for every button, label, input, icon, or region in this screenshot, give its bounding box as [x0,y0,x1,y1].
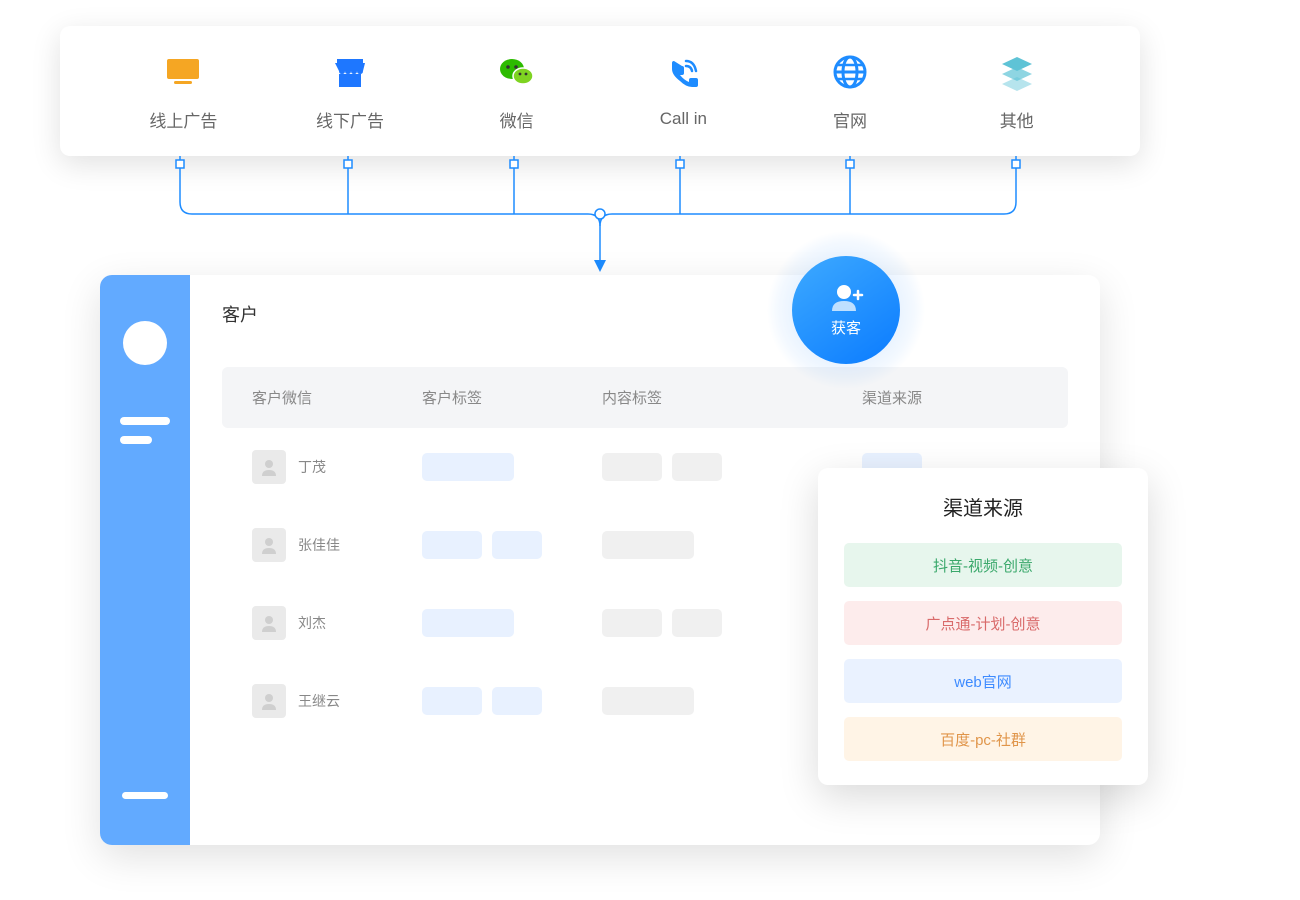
acquire-badge[interactable]: 获客 [766,230,926,390]
tag-pill [602,531,694,559]
sidebar-avatar[interactable] [123,321,167,365]
channel-layers[interactable]: 其他 [933,51,1100,132]
phone-icon [662,53,704,95]
customer-name: 丁茂 [298,457,326,477]
tag-pill [422,609,514,637]
channel-monitor[interactable]: 线上广告 [100,51,267,132]
channel-source-item[interactable]: 广点通-计划-创意 [844,601,1122,645]
channel-label: 线上广告 [149,107,217,132]
channel-wechat[interactable]: 微信 [433,51,600,132]
globe-icon [829,51,871,93]
col-wechat: 客户微信 [252,387,382,408]
wechat-icon [496,51,538,93]
layers-icon [996,51,1038,93]
customer-name: 王继云 [298,691,340,711]
table-header: 客户微信 客户标签 内容标签 渠道来源 [222,367,1068,428]
tag-pill [422,453,514,481]
user-avatar-icon [252,684,286,718]
channel-label: 官网 [833,107,867,132]
user-avatar-icon [252,606,286,640]
channel-globe[interactable]: 官网 [767,51,934,132]
tag-pill [672,609,722,637]
tag-pill [422,531,482,559]
sidebar-bottom-item [122,792,168,799]
channel-phone[interactable]: Call in [600,53,767,129]
channel-label: Call in [660,109,707,129]
connector-lines [60,156,1140,276]
tag-pill [602,609,662,637]
user-avatar-icon [252,450,286,484]
channel-label: 微信 [500,107,534,132]
channel-label: 其他 [1000,107,1034,132]
col-content: 内容标签 [602,387,772,408]
channel-label: 线下广告 [316,107,384,132]
add-user-icon [828,283,864,313]
col-tags: 客户标签 [422,387,562,408]
sidebar [100,275,190,845]
panel-title: 客户 [222,301,1068,327]
tag-pill [422,687,482,715]
tag-pill [672,453,722,481]
customer-name: 张佳佳 [298,535,340,555]
user-avatar-icon [252,528,286,562]
channels-card: 线上广告 线下广告 微信 Call in 官网 其他 [60,26,1140,156]
channel-source-popup: 渠道来源 抖音-视频-创意广点通-计划-创意 web官网百度-pc-社群 [818,468,1148,785]
tag-pill [492,687,542,715]
source-popup-title: 渠道来源 [844,492,1122,521]
monitor-icon [162,51,204,93]
store-icon [329,51,371,93]
tag-pill [492,531,542,559]
channel-source-item[interactable]: web官网 [844,659,1122,703]
channel-store[interactable]: 线下广告 [267,51,434,132]
tag-pill [602,687,694,715]
acquire-label: 获客 [831,317,861,338]
col-source: 渠道来源 [812,387,1038,408]
sidebar-menu-placeholder [120,417,170,455]
customer-name: 刘杰 [298,613,326,633]
channel-source-item[interactable]: 百度-pc-社群 [844,717,1122,761]
tag-pill [602,453,662,481]
channel-source-item[interactable]: 抖音-视频-创意 [844,543,1122,587]
